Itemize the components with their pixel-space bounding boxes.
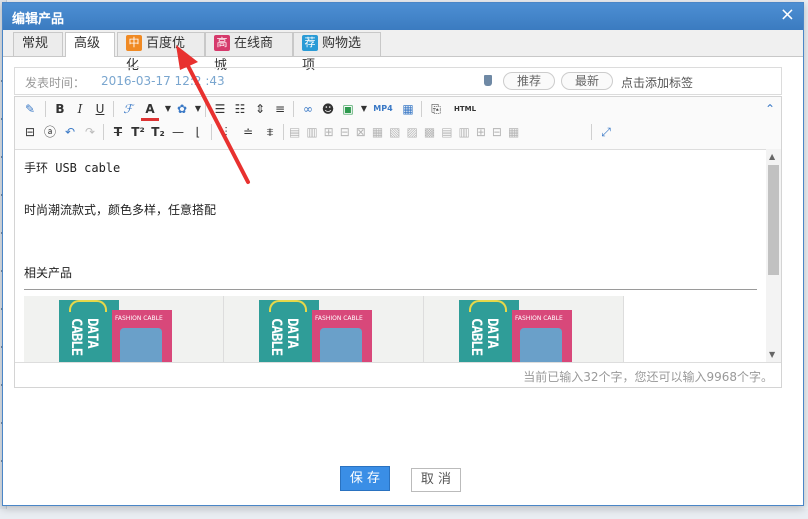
editor-scrollbar[interactable]: ▲ ▼	[766, 149, 781, 362]
source-icon[interactable]: ⎘	[427, 100, 445, 118]
ordered-list-icon[interactable]: ☰	[211, 100, 229, 118]
indent-icon[interactable]: ⌊	[189, 123, 207, 141]
tab-general[interactable]: 常规	[13, 32, 63, 56]
content-line: 相关产品	[24, 266, 73, 280]
tab-shopping-options[interactable]: 荐购物选项	[293, 32, 381, 73]
qq-icon[interactable]: ☻	[319, 100, 337, 118]
recommend-tag[interactable]: 推荐	[503, 72, 555, 90]
table-ops-icon: ▤▥⊞⊟⊠▦▧▨▩▤▥⊞⊟▦	[289, 125, 526, 139]
font-color-icon[interactable]: A	[141, 100, 159, 121]
store-badge-icon: 高	[214, 35, 230, 51]
rich-text-editor: ✎ B I U ℱ A ▼ ✿ ▼ ☰ ☷ ⇕ ≡ ∞ ☻ ▣ ▼ MP4 ▦ …	[14, 96, 782, 388]
tag-icon	[484, 75, 492, 86]
superscript-icon[interactable]: T²	[129, 123, 147, 141]
word-count-bar: 当前已输入32个字，您还可以输入9968个字。	[15, 362, 781, 387]
publish-time-input[interactable]: 2016-03-17 12:2 :43	[101, 74, 225, 88]
fullscreen-icon[interactable]: ⤢	[597, 123, 615, 141]
dialog-titlebar[interactable]: 编辑产品 ×	[3, 3, 803, 30]
content-line: 手环 USB cable	[24, 161, 121, 175]
tab-advanced[interactable]: 高级	[65, 32, 115, 57]
undo-icon[interactable]: ↶	[61, 123, 79, 141]
add-tag-link[interactable]: 点击添加标签	[621, 74, 693, 91]
redo-icon[interactable]: ↷	[81, 123, 99, 141]
editor-content[interactable]: 手环 USB cable 时尚潮流款式，颜色多样，任意搭配 相关产品 DATA …	[15, 149, 765, 362]
save-icon[interactable]: ⊟	[21, 123, 39, 141]
align-right-icon[interactable]: ⩨	[261, 123, 279, 141]
product-image[interactable]: DATA CABLE FASHION CABLE	[424, 296, 624, 362]
editor-toolbar: ✎ B I U ℱ A ▼ ✿ ▼ ☰ ☷ ⇕ ≡ ∞ ☻ ▣ ▼ MP4 ▦ …	[15, 97, 781, 150]
scroll-down-icon[interactable]: ▼	[769, 350, 775, 359]
scroll-thumb[interactable]	[768, 165, 779, 275]
related-products: DATA CABLE FASHION CABLE DATA CABLE FASH…	[24, 296, 624, 362]
product-image[interactable]: DATA CABLE FASHION CABLE	[224, 296, 424, 362]
font-family-icon[interactable]: ℱ	[119, 100, 137, 118]
unordered-list-icon[interactable]: ☷	[231, 100, 249, 118]
bold-icon[interactable]: B	[51, 100, 69, 118]
underline-icon[interactable]: U	[91, 100, 109, 118]
eraser-icon[interactable]: ✎	[21, 100, 39, 118]
save-button[interactable]: 保 存	[340, 466, 390, 491]
product-image[interactable]: DATA CABLE FASHION CABLE	[24, 296, 224, 362]
link-icon[interactable]: ∞	[299, 100, 317, 118]
tab-label: 高级	[74, 36, 101, 51]
meta-row: 发表时间： 2016-03-17 12:2 :43 推荐 最新 点击添加标签	[14, 67, 782, 95]
background-footer	[0, 509, 808, 519]
dialog-title: 编辑产品	[12, 12, 65, 27]
align-left-icon[interactable]: ⫶	[217, 123, 235, 141]
scroll-up-icon[interactable]: ▲	[769, 152, 775, 161]
seo-badge-icon: 中	[126, 35, 142, 51]
newest-tag[interactable]: 最新	[561, 72, 613, 90]
table-icon[interactable]: ▦	[399, 100, 417, 118]
strikethrough-icon[interactable]: T	[109, 123, 127, 141]
close-button[interactable]: ×	[780, 5, 795, 25]
publish-time-label: 发表时间：	[25, 76, 86, 90]
align-center-icon[interactable]: ≐	[239, 123, 257, 141]
horizontal-rule	[24, 289, 757, 290]
cancel-button[interactable]: 取 消	[411, 468, 461, 492]
preview-icon[interactable]: ⓐ	[41, 123, 59, 141]
tab-baidu-seo[interactable]: 中百度优化	[117, 32, 205, 73]
shopping-badge-icon: 荐	[302, 35, 318, 51]
html-icon[interactable]: HTML	[451, 100, 479, 118]
word-count-text: 当前已输入32个字，您还可以输入9968个字。	[523, 370, 773, 384]
collapse-toolbar-icon[interactable]: ⌃	[761, 100, 779, 118]
tab-bar: 常规 高级 中百度优化 高在线商城 荐购物选项	[3, 30, 803, 73]
line-height-icon[interactable]: ⇕	[251, 100, 269, 118]
justify-icon[interactable]: ≡	[271, 100, 289, 118]
video-icon[interactable]: MP4	[371, 100, 395, 118]
tab-online-store[interactable]: 高在线商城	[205, 32, 293, 73]
hr-icon[interactable]: —	[169, 123, 187, 141]
subscript-icon[interactable]: T₂	[149, 123, 167, 141]
content-line: 时尚潮流款式，颜色多样，任意搭配	[24, 203, 217, 217]
italic-icon[interactable]: I	[71, 100, 89, 118]
tab-label: 常规	[22, 36, 49, 51]
